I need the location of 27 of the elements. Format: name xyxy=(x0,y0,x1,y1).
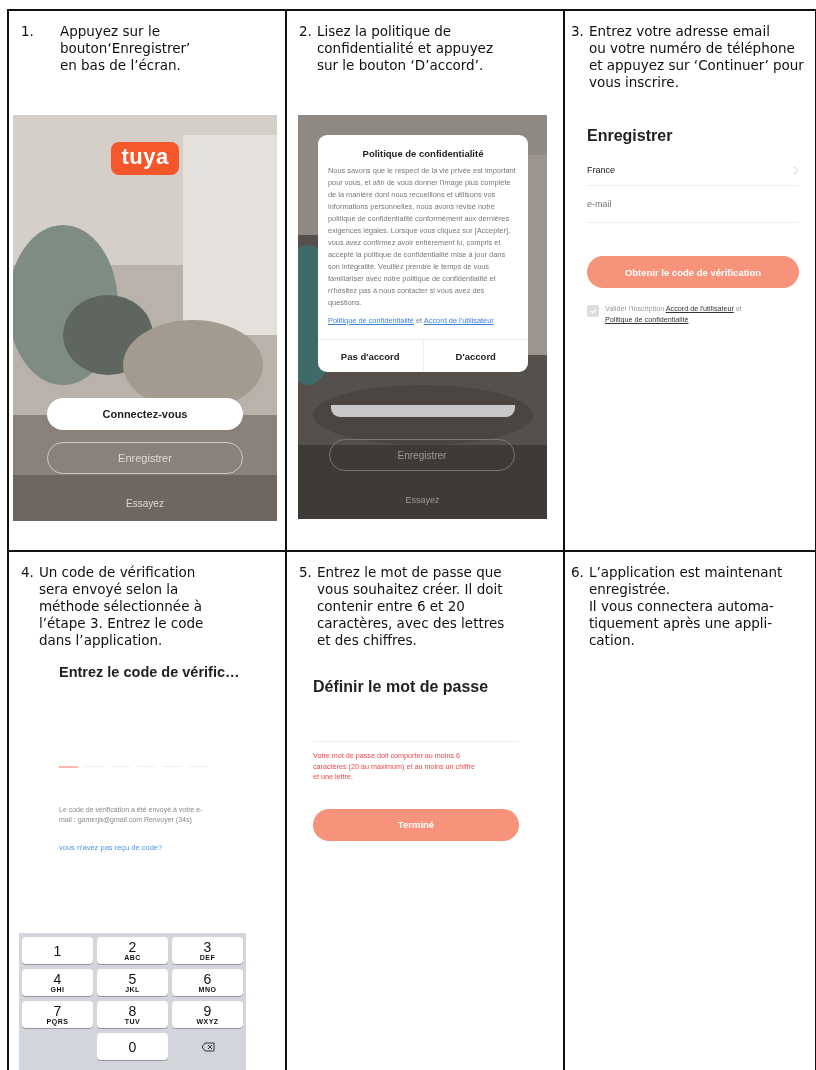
step-number: 3. xyxy=(571,23,584,41)
login-button[interactable]: Connectez-vous xyxy=(47,398,243,430)
agreement-checkbox[interactable] xyxy=(587,305,599,317)
keyboard-key[interactable]: 1 xyxy=(22,937,93,964)
step-instruction: Lisez la politique de confidentialité et appuyez sur le bouton ‘D’accord’. xyxy=(316,23,493,75)
step-number: 6. xyxy=(571,564,584,582)
step-number: 4. xyxy=(21,564,34,582)
backspace-icon xyxy=(200,1041,215,1052)
step-instruction: Entrez votre adresse email ou votre numéro de téléphone et appuyez sur ‘Continuer’ pour vous inscrire. xyxy=(588,23,804,92)
step-number: 1. xyxy=(21,23,34,41)
screen-title: Définir le mot de passe xyxy=(313,678,490,696)
accept-button[interactable]: D'accord xyxy=(422,340,528,372)
step-instruction: L’application est maintenant enregistrée. Il vous connectera automa- tiquement après une appli- cation. xyxy=(588,564,783,650)
screen-title: Entrez le code de vérific… xyxy=(59,664,241,680)
try-link[interactable]: Essayez xyxy=(298,495,547,505)
step-instruction: Entrez le mot de passe que vous souhaitez créer. Il doit contenir entre 6 et 20 caractères, avec des lettres et des chiffres. xyxy=(316,564,505,650)
try-link[interactable]: Essayez xyxy=(126,498,164,509)
step-number: 5. xyxy=(299,564,312,582)
decline-button[interactable]: Pas d'accord xyxy=(318,340,423,372)
keyboard-key[interactable]: 0 xyxy=(97,1033,168,1060)
brand-logo: tuya xyxy=(111,142,179,175)
step-instruction: Appuyez sur le bouton‘Enregistrer’ en bas de l’écran. xyxy=(59,23,191,75)
chevron-right-icon xyxy=(793,165,799,175)
screen-title: Enregistrer xyxy=(587,127,674,145)
step-number: 2. xyxy=(299,23,312,41)
step-instruction: Un code de vérification sera envoyé selon la méthode sélectionnée à l’étape 3. Entrez le code dans l’application. xyxy=(38,564,204,650)
dialog-title: Politique de confidentialité xyxy=(361,148,485,159)
